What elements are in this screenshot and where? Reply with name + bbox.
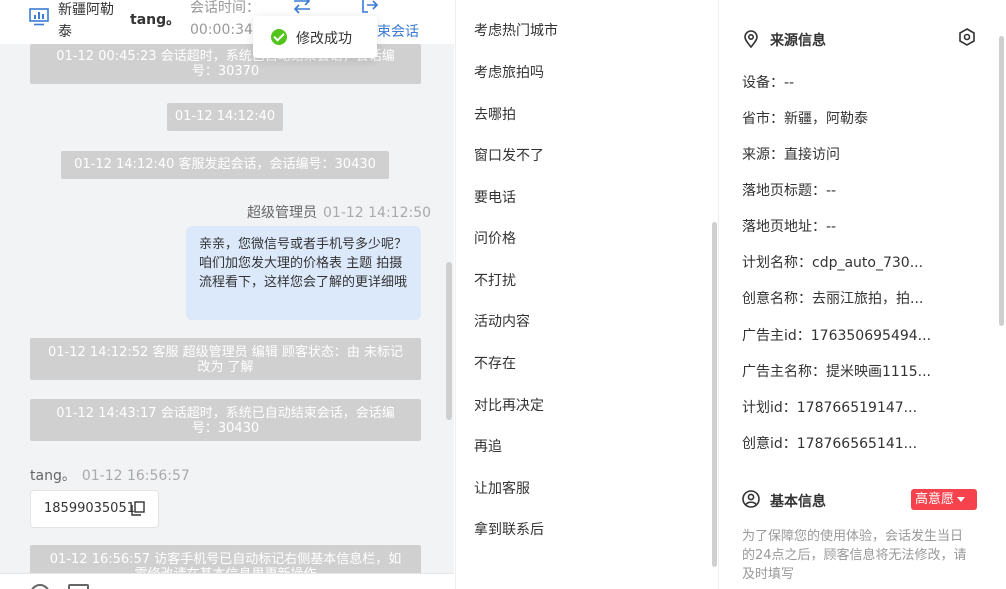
info-scrollbar[interactable] [999,36,1004,326]
success-toast: 修改成功 [253,16,377,58]
chat-input-toolbar [0,573,454,589]
quick-reply-item[interactable]: 让加客服 [474,478,530,498]
agent-sender-line: 超级管理员 01-12 14:12:50 [247,202,431,222]
quick-reply-item[interactable]: 拿到联系后 [474,519,544,539]
source-info-title: 来源信息 [770,33,826,49]
info-advertiser-name: 广告主名称：提米映画1115... [742,364,931,380]
check-circle-icon [271,29,287,45]
info-plan-name: 计划名称：cdp_auto_730... [742,255,924,271]
toast-message: 修改成功 [296,31,352,47]
location-pin-icon [744,30,758,48]
basic-info-title: 基本信息 [770,494,826,510]
system-message: 01-12 14:12:40 客服发起会话，会话编号：30430 [61,151,389,179]
agent-sender-name: 超级管理员 [247,205,317,221]
user-circle-icon [742,490,760,508]
end-session-icon[interactable] [361,0,379,14]
agent-message-bubble: 亲亲，您微信号或者手机号多少呢？咱们加您发大理的价格表 主题 拍摄流程看下，这样… [186,226,421,320]
info-region: 省市：新疆，阿勒泰 [742,111,868,127]
caret-down-icon [957,497,966,502]
app-root: 新疆阿勒泰 tang。 会话时间： 00:00:34 束会话 修改成功 01-1… [0,0,1006,589]
visitor-phone-card: 18599035051 [30,490,159,528]
chat-header: 新疆阿勒泰 tang。 会话时间： 00:00:34 束会话 [0,0,454,44]
visitor-phone-number: 18599035051 [44,501,135,516]
quick-reply-item[interactable]: 考虑旅拍吗 [474,62,544,82]
quick-reply-item[interactable]: 考虑热门城市 [474,20,558,40]
visitor-sender-line: tang。 01-12 16:56:57 [30,465,190,485]
time-chip: 01-12 14:12:40 [167,103,283,131]
visitor-region: 新疆阿勒泰 [58,2,114,40]
info-landing-url: 落地页地址：-- [742,219,837,235]
chat-scrollbar[interactable] [446,262,452,420]
edit-notice: 为了保障您的使用体验，会话发生当日的24点之后，顾客信息将无法修改，请及时填写 [742,529,967,582]
intent-badge-label: 高意愿 [915,492,955,507]
quick-reply-item[interactable]: 要电话 [474,187,516,207]
info-landing-title: 落地页标题：-- [742,183,837,199]
visitor-sender-name: tang。 [30,468,76,484]
chat-panel: 新疆阿勒泰 tang。 会话时间： 00:00:34 束会话 修改成功 01-1… [0,0,454,589]
system-message: 01-12 14:12:52 客服 超级管理员 编辑 顾客状态：由 未标记 改为… [30,338,421,380]
copy-icon[interactable] [131,501,145,516]
info-creative-id: 创意id：178766565141... [742,436,918,452]
quick-reply-item[interactable]: 活动内容 [474,311,530,331]
quick-reply-item[interactable]: 不存在 [474,353,516,373]
agent-message-time: 01-12 14:12:50 [323,205,432,221]
quick-reply-list: 考虑热门城市 考虑旅拍吗 去哪拍 窗口发不了 要电话 问价格 不打扰 活动内容 … [455,0,718,589]
transfer-icon[interactable] [292,0,312,14]
system-message: 01-12 16:56:57 访客手机号已自动标记右侧基本信息栏，如需修改请在基… [30,545,421,575]
session-time-value: 00:00:34 [190,22,253,38]
quick-reply-scrollbar[interactable] [712,222,717,567]
info-plan-id: 计划id：178766519147... [742,400,918,416]
info-creative-name: 创意名称：去丽江旅拍，拍... [742,291,924,307]
image-icon[interactable] [68,584,89,589]
quick-reply-item[interactable]: 再追 [474,436,502,456]
system-message: 01-12 14:43:17 会话超时，系统已自动结束会话，会话编号：30430 [30,399,421,441]
quick-reply-item[interactable]: 去哪拍 [474,104,516,124]
settings-icon[interactable] [958,28,976,46]
info-advertiser-id: 广告主id：176350695494... [742,328,932,344]
quick-reply-item[interactable]: 窗口发不了 [474,145,544,165]
session-time-label: 会话时间： [190,0,260,16]
quick-reply-item[interactable]: 问价格 [474,228,516,248]
end-session-button[interactable]: 束会话 [377,21,419,41]
monitor-icon [29,8,49,26]
visitor-name: tang。 [130,12,181,28]
intent-dropdown[interactable]: 高意愿 [911,489,977,510]
visitor-message-time: 01-12 16:56:57 [81,468,190,484]
quick-reply-item[interactable]: 不打扰 [474,270,516,290]
info-device: 设备：-- [742,75,795,91]
info-source: 来源：直接访问 [742,147,840,163]
emoji-icon[interactable] [30,584,50,589]
info-panel: 来源信息 设备：-- 省市：新疆，阿勒泰 来源：直接访问 落地页标题：-- 落地… [718,0,1006,589]
quick-reply-item[interactable]: 对比再决定 [474,395,544,415]
